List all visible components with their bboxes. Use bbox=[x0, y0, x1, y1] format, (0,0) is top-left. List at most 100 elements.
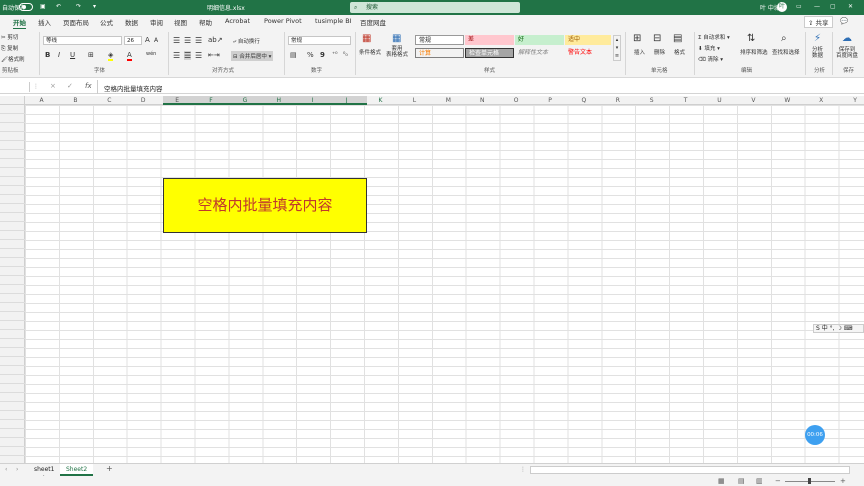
column-header-f[interactable]: F bbox=[195, 97, 228, 104]
styles-gallery-scroll[interactable]: ▴ ▾ ≡ bbox=[613, 35, 621, 61]
tab-tusimple-bi[interactable]: tusimple BI bbox=[315, 17, 352, 25]
row-header[interactable] bbox=[0, 150, 25, 159]
row-header[interactable] bbox=[0, 447, 25, 456]
column-header-g[interactable]: G bbox=[228, 97, 261, 104]
row-header[interactable] bbox=[0, 411, 25, 420]
page-break-view-icon[interactable]: ▥ bbox=[756, 477, 763, 485]
page-layout-view-icon[interactable]: ▤ bbox=[738, 477, 745, 485]
row-header[interactable] bbox=[0, 393, 25, 402]
select-all-corner[interactable] bbox=[0, 96, 25, 105]
column-header-w[interactable]: W bbox=[771, 97, 804, 104]
row-header[interactable] bbox=[0, 339, 25, 348]
tab-data[interactable]: 数据 bbox=[125, 17, 138, 27]
row-header[interactable] bbox=[0, 213, 25, 222]
column-header-j[interactable]: J bbox=[330, 97, 363, 104]
font-size-select[interactable]: 26 bbox=[124, 36, 142, 45]
format-painter-button[interactable]: 🖌格式刷 bbox=[1, 55, 25, 63]
bold-button[interactable]: B bbox=[45, 51, 50, 59]
column-header-x[interactable]: X bbox=[805, 97, 838, 104]
zoom-out-icon[interactable]: − bbox=[775, 477, 781, 485]
column-header-y[interactable]: Y bbox=[839, 97, 864, 104]
format-as-table-button[interactable]: 套用 表格格式 bbox=[386, 46, 408, 58]
zoom-slider-thumb[interactable] bbox=[808, 478, 811, 484]
horizontal-scrollbar[interactable] bbox=[530, 466, 850, 474]
row-header[interactable] bbox=[0, 312, 25, 321]
grow-font-button[interactable]: A bbox=[145, 36, 150, 44]
conditional-format-button[interactable]: 条件格式 bbox=[359, 48, 381, 56]
tab-page-layout[interactable]: 页面布局 bbox=[63, 17, 89, 27]
row-header[interactable] bbox=[0, 438, 25, 447]
column-header-n[interactable]: N bbox=[466, 97, 499, 104]
row-header[interactable] bbox=[0, 321, 25, 330]
column-header-b[interactable]: B bbox=[59, 97, 92, 104]
row-header[interactable] bbox=[0, 429, 25, 438]
column-header-l[interactable]: L bbox=[398, 97, 431, 104]
insert-cells-button[interactable]: 插入 bbox=[634, 48, 645, 56]
tab-acrobat[interactable]: Acrobat bbox=[225, 17, 250, 25]
row-header[interactable] bbox=[0, 114, 25, 123]
ime-toolbar[interactable]: S 中 °, ☽ ⌨ bbox=[813, 324, 864, 333]
row-header[interactable] bbox=[0, 366, 25, 375]
cut-button[interactable]: ✂ 剪切 bbox=[1, 33, 18, 41]
autosum-button[interactable]: Σ 自动求和 ▾ bbox=[698, 33, 730, 41]
comma-button[interactable]: 9 bbox=[320, 51, 325, 59]
sheet-nav-left-icon[interactable]: ‹ bbox=[5, 466, 7, 473]
percent-button[interactable]: % bbox=[307, 51, 314, 59]
column-header-h[interactable]: H bbox=[262, 97, 295, 104]
shrink-font-button[interactable]: A bbox=[154, 37, 158, 44]
align-center-icon[interactable]: ☰ bbox=[184, 51, 192, 60]
row-header[interactable] bbox=[0, 357, 25, 366]
row-header[interactable] bbox=[0, 195, 25, 204]
column-header-m[interactable]: M bbox=[432, 97, 465, 104]
row-header[interactable] bbox=[0, 303, 25, 312]
tab-insert[interactable]: 插入 bbox=[38, 17, 51, 27]
row-header[interactable] bbox=[0, 375, 25, 384]
avatar[interactable]: 叶 bbox=[777, 2, 787, 12]
row-header[interactable] bbox=[0, 177, 25, 186]
row-header[interactable] bbox=[0, 258, 25, 267]
row-header[interactable] bbox=[0, 276, 25, 285]
column-header-c[interactable]: C bbox=[93, 97, 126, 104]
style-good[interactable]: 好 bbox=[515, 35, 564, 45]
row-headers[interactable] bbox=[0, 105, 25, 465]
cancel-icon[interactable]: × bbox=[50, 82, 56, 90]
align-top-icon[interactable]: ☰ bbox=[173, 36, 180, 45]
style-explanatory[interactable]: 解释性文本 bbox=[515, 48, 564, 58]
minimize-icon[interactable]: — bbox=[814, 3, 820, 10]
currency-icon[interactable]: ▤ bbox=[290, 51, 297, 59]
delete-cells-button[interactable]: 删除 bbox=[654, 48, 665, 56]
row-header[interactable] bbox=[0, 348, 25, 357]
add-sheet-button[interactable]: + bbox=[106, 464, 113, 473]
font-name-select[interactable]: 等线 bbox=[43, 36, 122, 45]
row-header[interactable] bbox=[0, 240, 25, 249]
fill-button[interactable]: ⬇ 填充 ▾ bbox=[698, 44, 720, 52]
style-normal[interactable]: 常规 bbox=[415, 35, 464, 45]
tab-split-icon[interactable]: ⋮ bbox=[520, 466, 526, 473]
comment-button[interactable]: 💬 bbox=[840, 17, 848, 25]
copy-button[interactable]: ⎘ 复制 bbox=[1, 44, 18, 53]
column-headers[interactable]: ABCDEFGHIJKLMNOPQRSTUVWXYZ bbox=[0, 96, 864, 105]
undo-icon[interactable]: ↶ bbox=[56, 3, 61, 10]
style-warning[interactable]: 警告文本 bbox=[565, 48, 611, 58]
column-header-o[interactable]: O bbox=[500, 97, 533, 104]
maximize-icon[interactable]: ▢ bbox=[830, 3, 836, 10]
column-header-e[interactable]: E bbox=[161, 97, 194, 104]
column-header-r[interactable]: R bbox=[601, 97, 634, 104]
worksheet-grid[interactable] bbox=[0, 96, 864, 463]
row-header[interactable] bbox=[0, 294, 25, 303]
tab-baidu-netdisk[interactable]: 百度网盘 bbox=[360, 17, 386, 27]
row-header[interactable] bbox=[0, 330, 25, 339]
format-cells-button[interactable]: 格式 bbox=[674, 48, 685, 56]
column-header-t[interactable]: T bbox=[669, 97, 702, 104]
align-middle-icon[interactable]: ☰ bbox=[184, 36, 191, 45]
number-format-select[interactable]: 常规 bbox=[288, 36, 351, 45]
orientation-icon[interactable]: ab↗ bbox=[208, 36, 223, 44]
clear-button[interactable]: ⌫ 清除 ▾ bbox=[698, 55, 723, 63]
column-header-u[interactable]: U bbox=[703, 97, 736, 104]
italic-button[interactable]: I bbox=[58, 51, 60, 59]
formula-input[interactable]: 空格内批量填充内容 bbox=[104, 83, 163, 93]
row-header[interactable] bbox=[0, 123, 25, 132]
align-left-icon[interactable]: ☰ bbox=[173, 51, 180, 60]
save-icon[interactable]: ▣ bbox=[40, 3, 46, 10]
align-bottom-icon[interactable]: ☰ bbox=[195, 36, 202, 45]
